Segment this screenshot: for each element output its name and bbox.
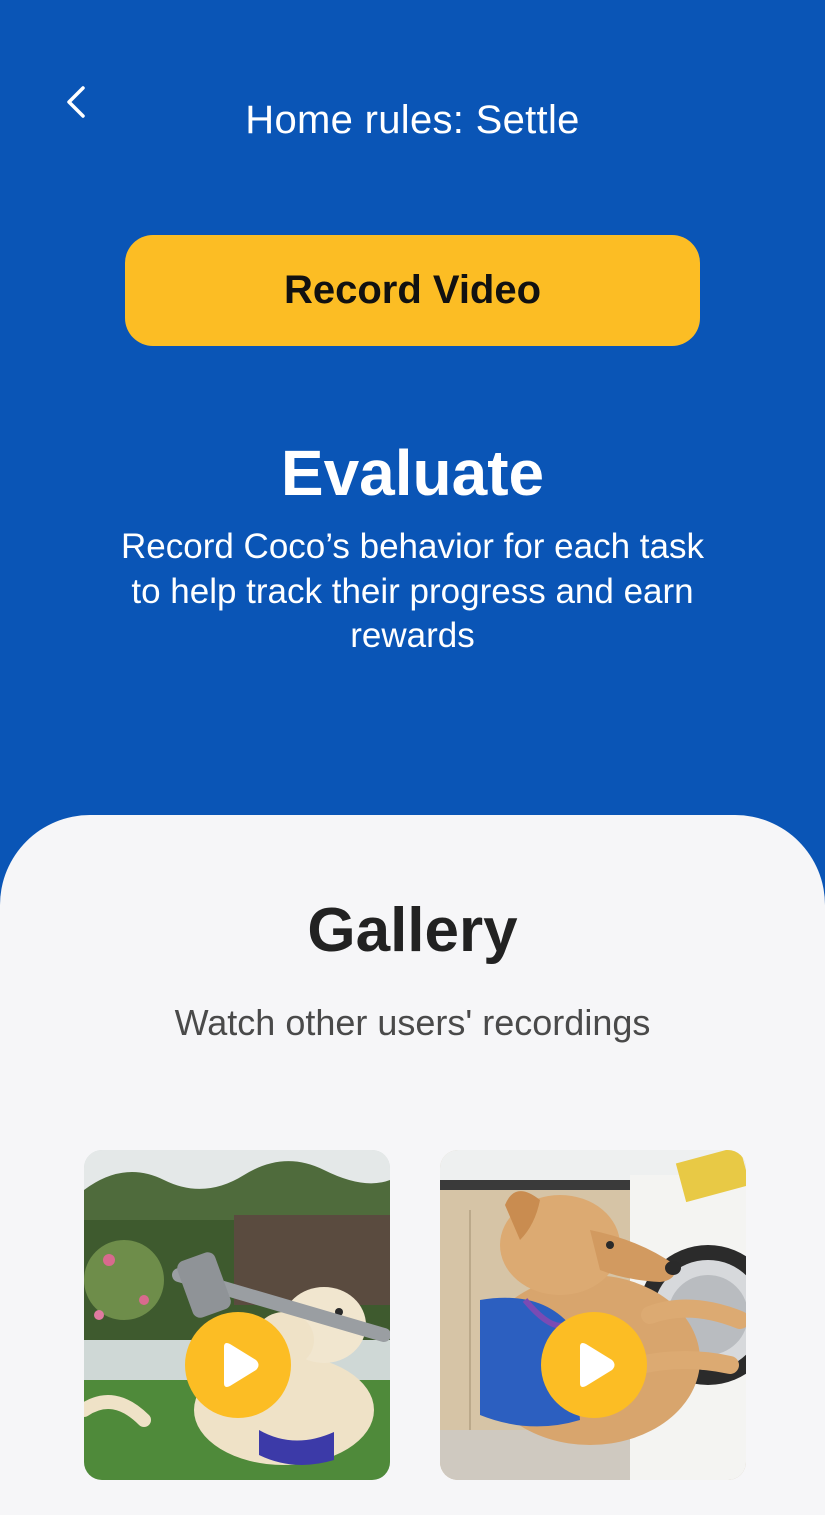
gallery-subtitle: Watch other users' recordings: [174, 1002, 651, 1043]
play-icon: [580, 1343, 615, 1387]
gallery-video-card[interactable]: [440, 1150, 746, 1480]
gallery-heading: Gallery: [307, 896, 518, 965]
play-button[interactable]: [185, 1312, 291, 1418]
play-icon: [224, 1343, 259, 1387]
record-video-button[interactable]: Record Video: [125, 235, 700, 346]
gallery-video-card[interactable]: [84, 1150, 390, 1480]
page-title: Home rules: Settle: [245, 98, 580, 142]
evaluate-description: Record Coco’s behavior for each task to …: [121, 527, 704, 655]
evaluate-heading: Evaluate: [280, 437, 545, 509]
play-button[interactable]: [541, 1312, 647, 1418]
